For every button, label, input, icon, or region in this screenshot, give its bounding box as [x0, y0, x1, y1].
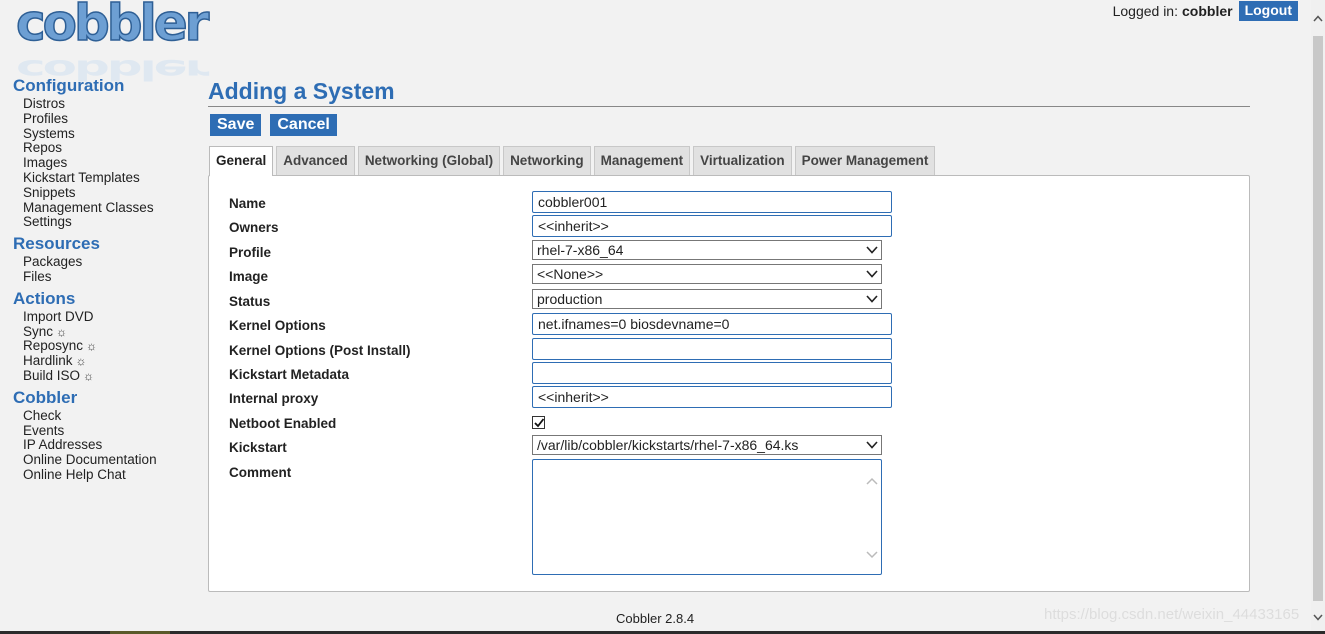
- logo-text: cobbler: [15, 0, 210, 53]
- scrollbar-thumb[interactable]: [1313, 36, 1323, 601]
- sidebar-item-label: Build ISO: [23, 367, 81, 383]
- chevron-down-icon: [866, 270, 878, 278]
- comment-textarea[interactable]: [532, 459, 882, 575]
- sidebar-item-kickstart-templates[interactable]: Kickstart Templates: [23, 170, 193, 186]
- sidebar-group-configuration: Configuration Distros Profiles Systems R…: [13, 76, 193, 230]
- sidebar-heading-actions: Actions: [13, 288, 76, 308]
- sidebar-item-build-iso[interactable]: Build ISO ☼: [23, 367, 193, 384]
- gear-icon: ☼: [86, 339, 98, 354]
- tab-virtualization[interactable]: Virtualization: [693, 146, 792, 175]
- sidebar-item-images[interactable]: Images: [23, 155, 193, 171]
- tab-power-management[interactable]: Power Management: [794, 146, 936, 175]
- profile-select[interactable]: rhel-7-x86_64: [532, 240, 882, 260]
- tab-advanced[interactable]: Advanced: [276, 146, 355, 175]
- tab-management[interactable]: Management: [593, 146, 691, 175]
- tab-general[interactable]: General: [209, 146, 274, 176]
- gear-icon: ☼: [83, 368, 95, 383]
- sidebar-item-sync[interactable]: Sync ☼: [23, 323, 193, 340]
- sidebar-item-hardlink[interactable]: Hardlink ☼: [23, 353, 193, 369]
- kernel-options-input[interactable]: net.ifnames=0 biosdevname=0: [532, 313, 892, 335]
- sidebar-item-import-dvd[interactable]: Import DVD: [23, 309, 193, 325]
- save-button[interactable]: Save: [210, 114, 262, 136]
- kickstart-select[interactable]: /var/lib/cobbler/kickstarts/rhel-7-x86_6…: [532, 435, 882, 455]
- kickstart-label: Kickstart: [229, 440, 287, 455]
- image-selected-value: <<None>>: [537, 266, 604, 282]
- chevron-down-icon: [866, 246, 878, 254]
- kernel-options-label: Kernel Options: [229, 318, 326, 333]
- watermark: https://blog.csdn.net/weixin_44433165: [1044, 606, 1300, 623]
- general-tab-panel: Name cobbler001 Owners <<inherit>> Profi…: [208, 175, 1250, 592]
- sidebar-item-events[interactable]: Events: [23, 423, 193, 439]
- name-input[interactable]: cobbler001: [532, 191, 892, 213]
- chevron-down-icon: [866, 295, 878, 303]
- kernel-options-post-input[interactable]: [532, 338, 892, 360]
- sidebar: Configuration Distros Profiles Systems R…: [13, 76, 193, 487]
- cancel-button[interactable]: Cancel: [270, 114, 337, 136]
- login-area: Logged in: cobbler Logout: [1113, 1, 1298, 21]
- sidebar-item-distros[interactable]: Distros: [23, 96, 193, 112]
- sidebar-group-resources: Resources Packages Files: [13, 234, 193, 285]
- comment-label: Comment: [229, 465, 292, 480]
- gear-icon: ☼: [75, 354, 87, 369]
- profile-label: Profile: [229, 245, 272, 260]
- owners-label: Owners: [229, 220, 279, 235]
- sidebar-item-files[interactable]: Files: [23, 269, 193, 285]
- image-select[interactable]: <<None>>: [532, 264, 882, 284]
- owners-input[interactable]: <<inherit>>: [532, 215, 892, 237]
- sidebar-item-online-help-chat[interactable]: Online Help Chat: [23, 467, 193, 483]
- sidebar-item-reposync[interactable]: Reposync ☼: [23, 338, 193, 354]
- scroll-up-icon[interactable]: [865, 476, 879, 486]
- sidebar-item-profiles[interactable]: Profiles: [23, 111, 193, 127]
- sidebar-item-repos[interactable]: Repos: [23, 141, 193, 156]
- sidebar-item-label: Reposync: [23, 338, 84, 354]
- internal-proxy-label: Internal proxy: [229, 391, 319, 406]
- tab-networking-global[interactable]: Networking (Global): [357, 146, 501, 175]
- netboot-enabled-checkbox[interactable]: [532, 416, 545, 429]
- footer-version: Cobbler 2.8.4: [616, 611, 695, 626]
- sidebar-heading-resources: Resources: [13, 234, 100, 254]
- logged-in-label: Logged in:: [1112, 3, 1178, 19]
- internal-proxy-input[interactable]: <<inherit>>: [532, 386, 892, 408]
- sidebar-item-check[interactable]: Check: [23, 408, 193, 424]
- sidebar-item-systems[interactable]: Systems: [23, 126, 193, 142]
- sidebar-item-label: Hardlink: [23, 353, 73, 369]
- image-label: Image: [229, 269, 269, 284]
- checkmark-icon: [534, 418, 545, 428]
- sidebar-item-label: Sync: [23, 323, 54, 339]
- kickstart-metadata-input[interactable]: [532, 362, 892, 384]
- sidebar-group-cobbler: Cobbler Check Events IP Addresses Online…: [13, 388, 193, 483]
- status-selected-value: production: [537, 291, 603, 307]
- tab-networking[interactable]: Networking: [503, 146, 591, 175]
- status-label: Status: [229, 294, 271, 309]
- gear-icon: ☼: [56, 324, 68, 339]
- sidebar-item-settings[interactable]: Settings: [23, 215, 193, 230]
- chevron-down-icon: [866, 441, 878, 449]
- scroll-down-icon[interactable]: [865, 550, 879, 560]
- kickstart-metadata-label: Kickstart Metadata: [229, 367, 350, 382]
- tab-bar: General Advanced Networking (Global) Net…: [209, 146, 936, 176]
- sidebar-heading-configuration: Configuration: [13, 76, 125, 95]
- cobbler-logo: cobbler cobbler: [14, 0, 210, 86]
- page-title: Adding a System: [208, 78, 1250, 107]
- profile-selected-value: rhel-7-x86_64: [537, 242, 624, 258]
- sidebar-item-ip-addresses[interactable]: IP Addresses: [23, 438, 193, 453]
- logged-in-username: cobbler: [1182, 3, 1233, 19]
- sidebar-item-management-classes[interactable]: Management Classes: [23, 200, 193, 216]
- sidebar-item-snippets[interactable]: Snippets: [23, 185, 193, 201]
- status-select[interactable]: production: [532, 289, 882, 309]
- page-scrollbar[interactable]: [1311, 0, 1325, 634]
- kickstart-selected-value: /var/lib/cobbler/kickstarts/rhel-7-x86_6…: [537, 437, 799, 453]
- scroll-up-icon[interactable]: [1313, 14, 1323, 24]
- action-buttons: Save Cancel: [210, 114, 337, 136]
- sidebar-item-packages[interactable]: Packages: [23, 254, 193, 270]
- kernel-options-post-label: Kernel Options (Post Install): [229, 343, 411, 358]
- scroll-down-icon[interactable]: [1313, 612, 1323, 622]
- sidebar-group-actions: Actions Import DVD Sync ☼ Reposync ☼ Hardl…: [13, 289, 193, 384]
- logout-button[interactable]: Logout: [1238, 1, 1298, 21]
- sidebar-heading-cobbler: Cobbler: [13, 387, 78, 407]
- name-label: Name: [229, 196, 266, 211]
- netboot-enabled-label: Netboot Enabled: [229, 416, 337, 431]
- sidebar-item-online-documentation[interactable]: Online Documentation: [23, 452, 193, 468]
